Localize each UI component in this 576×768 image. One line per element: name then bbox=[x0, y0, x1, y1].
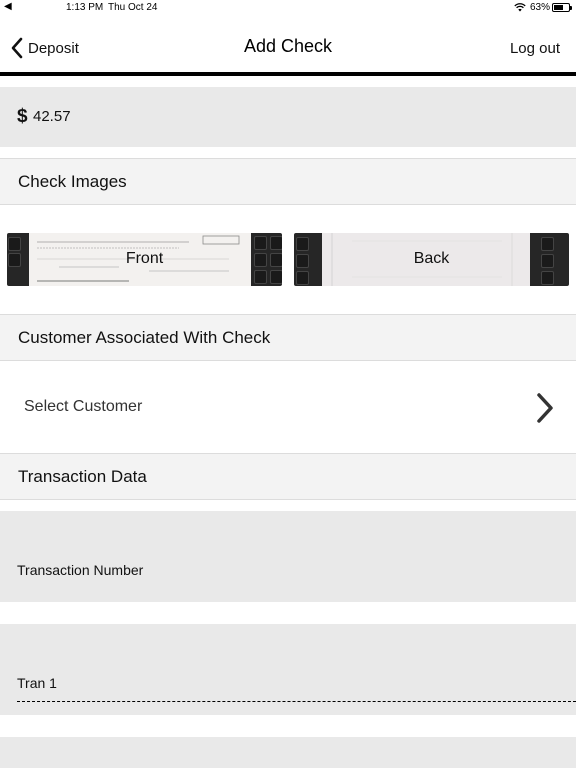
battery-level bbox=[554, 5, 563, 10]
section-header-transaction-data: Transaction Data bbox=[0, 453, 576, 500]
keyboard-key bbox=[296, 237, 309, 251]
keyboard-key bbox=[541, 237, 554, 251]
keyboard-key bbox=[270, 270, 282, 284]
keyboard-key bbox=[270, 236, 282, 250]
select-customer-row[interactable]: Select Customer bbox=[0, 361, 576, 454]
page-title: Add Check bbox=[243, 36, 333, 56]
keyboard-key bbox=[254, 270, 267, 284]
section-header-customer: Customer Associated With Check bbox=[0, 314, 576, 361]
transaction-number-field-block: Tran 1 bbox=[0, 624, 576, 715]
amount-value: 42.57 bbox=[33, 108, 71, 125]
amount-row[interactable]: $ 42.57 bbox=[0, 87, 576, 147]
section-title: Check Images bbox=[18, 172, 127, 191]
status-time: 1:13 PM bbox=[66, 2, 104, 13]
keyboard-key bbox=[541, 271, 554, 285]
keyboard-key bbox=[8, 237, 21, 251]
check-front-label: Front bbox=[125, 250, 164, 267]
navigation-bar: Deposit Add Check Log out bbox=[0, 16, 576, 72]
transaction-number-input[interactable]: Tran 1 bbox=[17, 675, 576, 702]
wifi-icon bbox=[514, 3, 526, 12]
transaction-number-label: Transaction Number bbox=[17, 562, 144, 578]
check-back-image[interactable]: Back bbox=[294, 233, 569, 286]
check-front-image[interactable]: Front bbox=[7, 233, 282, 286]
keyboard-key bbox=[296, 271, 309, 285]
section-title: Customer Associated With Check bbox=[18, 328, 271, 347]
currency-symbol: $ bbox=[17, 106, 28, 127]
status-date: Thu Oct 24 bbox=[108, 2, 158, 13]
section-header-check-images: Check Images bbox=[0, 158, 576, 205]
section-title: Transaction Data bbox=[18, 467, 147, 486]
keyboard-key bbox=[254, 236, 267, 250]
status-bar: ◀ 1:13 PM Thu Oct 24 63% bbox=[0, 0, 576, 16]
battery-icon bbox=[552, 3, 572, 12]
back-to-app-icon[interactable]: ◀ bbox=[4, 1, 12, 12]
battery-percent: 63% bbox=[530, 2, 551, 13]
header-divider bbox=[0, 72, 576, 76]
logout-button[interactable]: Log out bbox=[510, 40, 560, 57]
select-customer-label: Select Customer bbox=[24, 398, 143, 415]
check-back-label: Back bbox=[413, 250, 450, 267]
next-field-block bbox=[0, 737, 576, 768]
chevron-right-icon bbox=[537, 393, 553, 423]
transaction-number-block: Transaction Number bbox=[0, 511, 576, 602]
